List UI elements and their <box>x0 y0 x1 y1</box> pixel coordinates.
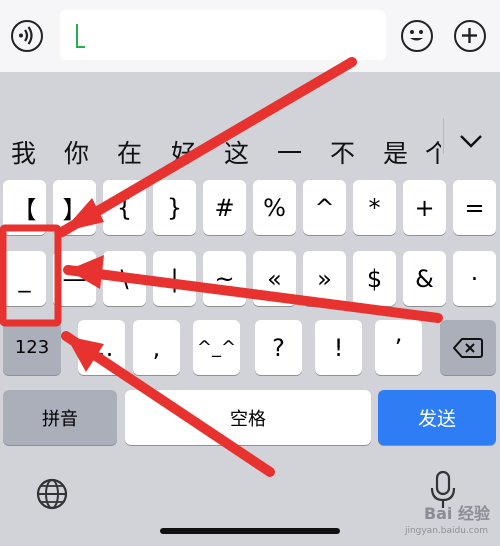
candidate-word[interactable]: 一 <box>277 134 302 170</box>
voice-icon[interactable] <box>11 20 43 52</box>
key[interactable]: * <box>353 180 396 235</box>
send-button[interactable]: 发送 <box>378 390 496 445</box>
key[interactable]: # <box>203 180 246 235</box>
candidate-word[interactable]: 在 <box>117 134 142 170</box>
key[interactable]: » <box>303 251 346 306</box>
key[interactable]: { <box>103 180 146 235</box>
candidate-word[interactable]: 这 <box>224 134 249 170</box>
key[interactable]: = <box>453 180 496 235</box>
watermark-brand: Bai 经验 <box>423 504 490 523</box>
key[interactable]: ^ <box>303 180 346 235</box>
key[interactable]: ’ <box>375 320 422 375</box>
typed-underscore <box>76 46 85 48</box>
text-cursor <box>76 24 78 48</box>
candidate-word[interactable]: 个 <box>425 134 441 170</box>
key[interactable]: \ <box>103 251 146 306</box>
candidate-word[interactable]: 不 <box>330 134 355 170</box>
key[interactable]: 】 <box>53 180 96 235</box>
key[interactable]: ! <box>315 320 362 375</box>
numbers-key[interactable]: 123 <box>3 320 61 375</box>
backspace-icon <box>453 337 483 358</box>
candidate-word[interactable]: 我 <box>11 134 36 170</box>
key[interactable]: ? <box>255 320 302 375</box>
key[interactable]: 【 <box>3 180 46 235</box>
key[interactable]: , <box>133 320 180 375</box>
key[interactable]: } <box>153 180 196 235</box>
space-key[interactable]: 空格 <box>125 390 371 445</box>
home-indicator <box>160 528 340 534</box>
watermark-url: jingyan.baidu.com <box>404 526 488 536</box>
candidate-separator <box>443 118 444 154</box>
watermark: Bai 经验 jingyan.baidu.com <box>374 500 494 540</box>
globe-icon[interactable] <box>35 477 69 511</box>
input-bar <box>0 0 500 72</box>
emoji-icon[interactable] <box>401 20 433 52</box>
chevron-down-icon[interactable] <box>458 132 484 150</box>
key[interactable]: · <box>453 251 496 306</box>
underscore-key[interactable]: _ <box>3 251 46 306</box>
message-input[interactable] <box>60 10 386 60</box>
candidate-word[interactable]: 好 <box>171 134 196 170</box>
key[interactable]: & <box>403 251 446 306</box>
plus-icon[interactable] <box>454 20 486 52</box>
key[interactable]: | <box>153 251 196 306</box>
key[interactable]: + <box>403 180 446 235</box>
pinyin-key[interactable]: 拼音 <box>3 390 117 445</box>
key[interactable]: % <box>253 180 296 235</box>
key[interactable]: ^_^ <box>193 320 240 375</box>
key[interactable]: ~ <box>203 251 246 306</box>
key[interactable]: … <box>78 320 125 375</box>
key[interactable]: $ <box>353 251 396 306</box>
candidate-word[interactable]: 你 <box>64 134 89 170</box>
backspace-key[interactable] <box>440 320 496 375</box>
key[interactable]: — <box>53 251 96 306</box>
candidate-word[interactable]: 是 <box>383 134 408 170</box>
key[interactable]: « <box>253 251 296 306</box>
